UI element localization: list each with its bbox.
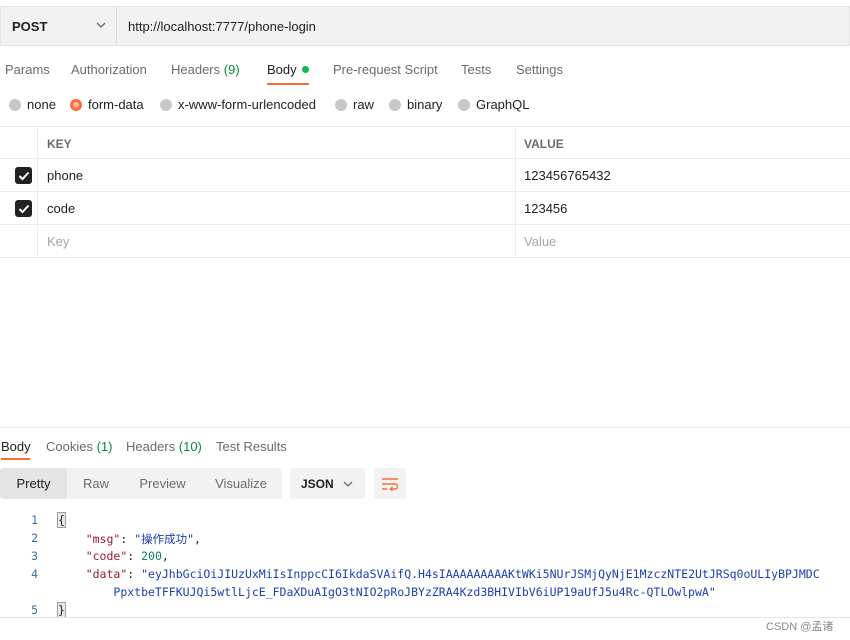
line-number: 3 [31, 549, 38, 563]
response-tabs: Body Cookies (1) Headers (10) Test Resul… [0, 435, 850, 461]
response-tab-test-results[interactable]: Test Results [216, 439, 287, 454]
body-indicator-dot [301, 66, 309, 73]
value-column-header: VALUE [524, 136, 564, 151]
view-pretty-button[interactable]: Pretty [0, 468, 67, 499]
tab-tests[interactable]: Tests [461, 62, 491, 77]
brace: } [57, 602, 66, 618]
response-tab-headers[interactable]: Headers (10) [126, 439, 202, 454]
view-visualize-button[interactable]: Visualize [200, 468, 282, 499]
column-divider [515, 225, 516, 258]
method-select[interactable]: POST [0, 6, 117, 46]
radio-none[interactable]: none [9, 97, 56, 112]
radio-selected-icon [70, 98, 82, 111]
json-number: 200 [141, 549, 162, 563]
wrap-lines-icon [382, 477, 399, 491]
column-divider [515, 159, 516, 192]
checkmark-icon [18, 171, 29, 180]
chevron-down-icon [96, 22, 106, 28]
url-input[interactable]: http://localhost:7777/phone-login [117, 6, 850, 46]
footer-divider [0, 617, 850, 618]
view-preview-button[interactable]: Preview [125, 468, 200, 499]
column-divider [37, 127, 38, 160]
column-divider [37, 192, 38, 225]
value-cell[interactable]: 123456765432 [524, 159, 611, 192]
line-number: 4 [31, 567, 38, 581]
code-line: { [57, 512, 66, 528]
response-tab-cookies[interactable]: Cookies (1) [46, 439, 112, 454]
radio-graphql[interactable]: GraphQL [458, 97, 529, 112]
column-divider [515, 127, 516, 160]
row-checkbox[interactable] [15, 167, 32, 184]
radio-raw[interactable]: raw [335, 97, 374, 112]
cookies-count: (1) [96, 439, 113, 454]
json-key: "msg" [85, 532, 121, 546]
json-string: "eyJhbGciOiJIUzUxMiIsInppcCI6IkdaSVAifQ.… [141, 567, 820, 581]
headers-count: (9) [223, 62, 240, 77]
format-select[interactable]: JSON [290, 468, 365, 499]
view-raw-button[interactable]: Raw [67, 468, 125, 499]
response-body-viewer[interactable]: 1 { 2 "msg": "操作成功", 3 "code": 200, 4 "d… [0, 510, 850, 618]
body-type-options: none form-data x-www-form-urlencoded raw… [0, 97, 850, 115]
value-cell[interactable]: 123456 [524, 192, 567, 225]
radio-circle-icon [9, 98, 21, 111]
code-line: "data": "eyJhbGciOiJIUzUxMiIsInppcCI6Ikd… [85, 567, 820, 581]
tab-params[interactable]: Params [5, 62, 50, 77]
column-divider [37, 225, 38, 258]
line-number: 2 [31, 531, 38, 545]
radio-circle-icon [335, 98, 347, 111]
line-number: 1 [31, 513, 38, 527]
response-divider [0, 427, 850, 428]
request-bar: POST http://localhost:7777/phone-login [0, 6, 850, 46]
column-divider [37, 159, 38, 192]
radio-circle-icon [389, 98, 401, 111]
value-input[interactable]: Value [524, 225, 556, 258]
tab-body[interactable]: Body [267, 62, 309, 77]
table-row: phone 123456765432 [0, 159, 850, 192]
row-checkbox[interactable] [15, 200, 32, 217]
radio-circle-icon [160, 98, 172, 111]
watermark: CSDN @孟诸 [766, 621, 834, 633]
tab-settings[interactable]: Settings [516, 62, 563, 77]
code-line: } [57, 602, 66, 618]
line-number: 5 [31, 603, 38, 617]
chevron-down-icon [343, 481, 353, 487]
code-line: "code": 200, [85, 549, 169, 563]
brace: { [57, 512, 66, 528]
table-header-row: KEY VALUE [0, 126, 850, 160]
key-input[interactable]: Key [47, 225, 69, 258]
tab-pre-request-script[interactable]: Pre-request Script [333, 62, 438, 77]
view-mode-group: Pretty Raw Preview Visualize [0, 468, 282, 499]
form-data-table: KEY VALUE phone 123456765432 code 123456… [0, 126, 850, 258]
wrap-lines-button[interactable] [374, 468, 406, 499]
response-tab-body[interactable]: Body [1, 439, 31, 454]
format-label: JSON [301, 476, 334, 491]
code-line-continuation: PpxtbeTFFKUJQi5wtlLjcE_FDaXDuAIgO3tNIO2p… [113, 585, 716, 599]
json-key: "code" [85, 549, 128, 563]
radio-x-www-form-urlencoded[interactable]: x-www-form-urlencoded [160, 97, 316, 112]
url-text: http://localhost:7777/phone-login [128, 18, 316, 34]
radio-circle-icon [458, 98, 470, 111]
radio-form-data[interactable]: form-data [70, 97, 144, 112]
tab-headers[interactable]: Headers (9) [171, 62, 240, 77]
key-column-header: KEY [47, 136, 72, 151]
key-cell[interactable]: code [47, 192, 75, 225]
key-cell[interactable]: phone [47, 159, 83, 192]
column-divider [515, 192, 516, 225]
tab-authorization[interactable]: Authorization [71, 62, 147, 77]
radio-binary[interactable]: binary [389, 97, 442, 112]
request-tabs: Params Authorization Headers (9) Body Pr… [0, 58, 850, 86]
active-response-tab-underline [1, 458, 30, 460]
json-key: "data" [85, 567, 128, 581]
text-cursor [64, 603, 66, 617]
active-tab-underline [267, 83, 309, 85]
table-row: code 123456 [0, 192, 850, 225]
response-headers-count: (10) [178, 439, 202, 454]
json-string: "操作成功" [134, 532, 195, 546]
code-line: "msg": "操作成功", [85, 532, 201, 546]
checkmark-icon [18, 204, 29, 213]
method-label: POST [12, 18, 48, 34]
table-row-empty: Key Value [0, 225, 850, 258]
